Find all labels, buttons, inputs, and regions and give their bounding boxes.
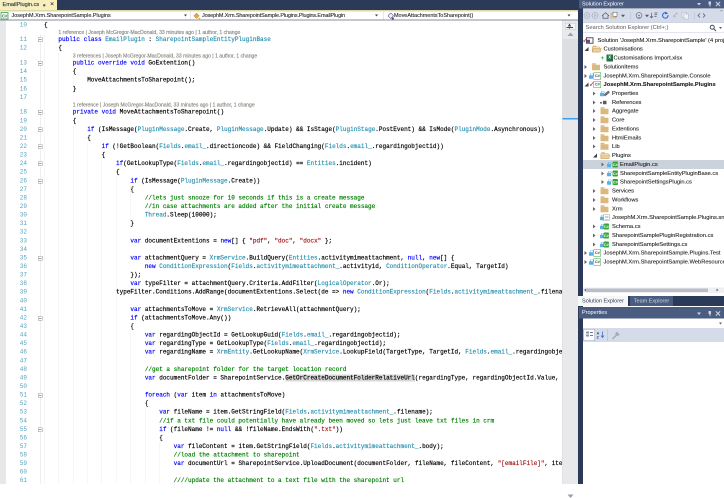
svg-text:C#: C# <box>2 14 8 19</box>
